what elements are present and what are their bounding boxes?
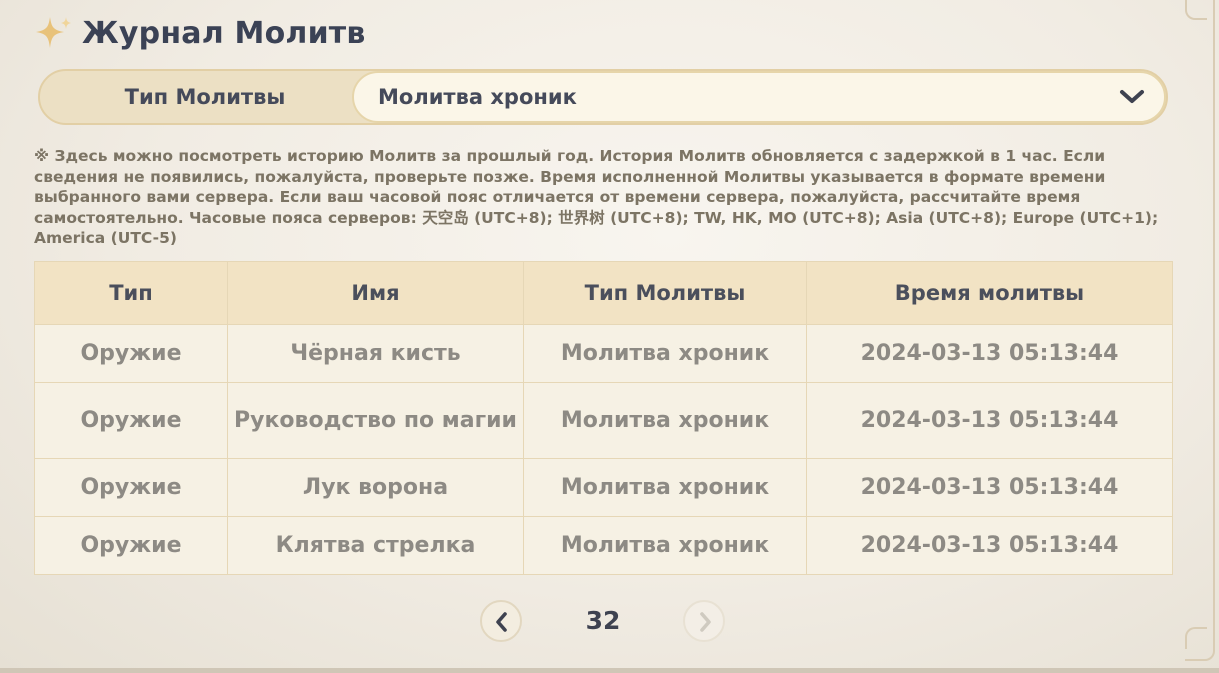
panel-frame-border: [1185, 0, 1215, 661]
cell-type: Оружие: [34, 516, 228, 575]
table-row: Оружие Клятва стрелка Молитва хроник 202…: [34, 516, 1173, 575]
column-header-name: Имя: [227, 261, 524, 325]
wish-type-selected-value: Молитва хроник: [378, 85, 577, 109]
cell-name: Чёрная кисть: [227, 324, 524, 383]
cell-type: Оружие: [34, 458, 228, 517]
cell-time: 2024-03-13 05:13:44: [806, 324, 1173, 383]
table-header-row: Тип Имя Тип Молитвы Время молитвы: [34, 261, 1173, 325]
cell-time: 2024-03-13 05:13:44: [806, 458, 1173, 517]
page-header: Журнал Молитв: [34, 12, 366, 54]
frame-corner-decoration: [1185, 627, 1207, 649]
history-notice-text: ※ Здесь можно посмотреть историю Молитв …: [34, 147, 1159, 247]
column-header-wish-type: Тип Молитвы: [523, 261, 807, 325]
cell-wish-type: Молитва хроник: [523, 516, 807, 575]
column-header-time: Время молитвы: [806, 261, 1173, 325]
sparkle-star-icon: [36, 17, 71, 48]
cell-time: 2024-03-13 05:13:44: [806, 382, 1173, 459]
wish-type-dropdown[interactable]: Молитва хроник: [352, 71, 1166, 123]
previous-page-button[interactable]: [480, 600, 522, 642]
cell-type: Оружие: [34, 324, 228, 383]
pagination: 32: [480, 600, 726, 642]
cell-time: 2024-03-13 05:13:44: [806, 516, 1173, 575]
wish-type-selector: Тип Молитвы Молитва хроник: [38, 69, 1168, 125]
chevron-left-icon: [496, 612, 507, 632]
wish-history-table: Тип Имя Тип Молитвы Время молитвы Оружие…: [34, 261, 1173, 575]
next-page-button[interactable]: [683, 600, 725, 642]
cell-name: Клятва стрелка: [227, 516, 524, 575]
wish-history-panel: Журнал Молитв Тип Молитвы Молитва хроник…: [0, 0, 1219, 673]
bottom-border: [0, 668, 1219, 673]
table-row: Оружие Руководство по магии Молитва хрон…: [34, 382, 1173, 459]
cell-type: Оружие: [34, 382, 228, 459]
cell-name: Лук ворона: [227, 458, 524, 517]
wish-type-label: Тип Молитвы: [124, 85, 286, 109]
frame-corner-decoration: [1185, 0, 1207, 20]
current-page-number: 32: [585, 606, 621, 635]
cell-wish-type: Молитва хроник: [523, 458, 807, 517]
table-row: Оружие Лук ворона Молитва хроник 2024-03…: [34, 458, 1173, 517]
column-header-type: Тип: [34, 261, 228, 325]
chevron-down-icon: [1120, 90, 1144, 103]
cell-wish-type: Молитва хроник: [523, 382, 807, 459]
cell-name: Руководство по магии: [227, 382, 524, 459]
table-row: Оружие Чёрная кисть Молитва хроник 2024-…: [34, 324, 1173, 383]
chevron-right-icon: [700, 612, 711, 632]
page-title: Журнал Молитв: [82, 15, 366, 51]
cell-wish-type: Молитва хроник: [523, 324, 807, 383]
